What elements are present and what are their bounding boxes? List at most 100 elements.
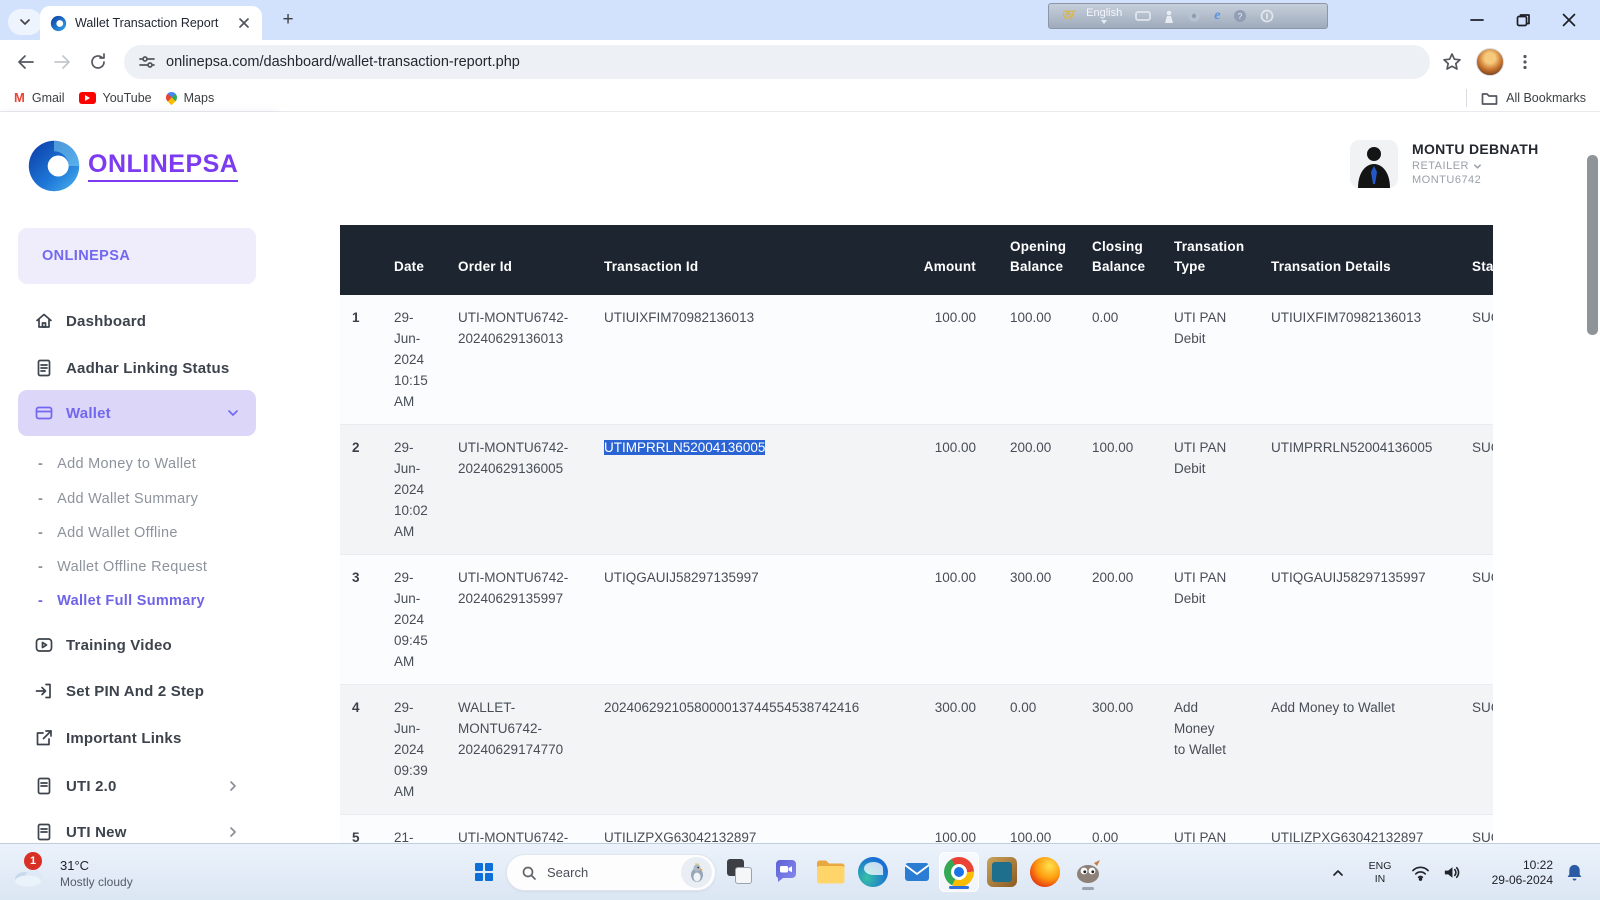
close-window-button[interactable]: [1558, 9, 1580, 31]
divider: [1466, 89, 1467, 107]
col-header-index: [340, 225, 388, 295]
sidebar-item-dashboard[interactable]: Dashboard: [18, 306, 256, 336]
task-view-button[interactable]: [720, 852, 760, 892]
start-button[interactable]: [464, 852, 504, 892]
cell-status: SUCCESS: [1460, 555, 1493, 685]
browser-e-icon[interactable]: e: [1214, 8, 1220, 24]
cell-transaction-id: UTILIZPXG63042132897: [598, 815, 900, 846]
site-logo[interactable]: ONLINEPSA: [26, 138, 238, 194]
sidebar-item-wallet[interactable]: Wallet: [18, 390, 256, 436]
page-scrollbar[interactable]: [1587, 155, 1598, 335]
file-explorer-button[interactable]: [810, 852, 850, 892]
col-header-closing-balance: Closing Balance: [1070, 225, 1150, 295]
language-selector[interactable]: English: [1086, 8, 1122, 24]
bookmark-gmail[interactable]: MGmail: [14, 90, 65, 105]
restore-button[interactable]: [1512, 9, 1534, 31]
sidebar-item-training-video[interactable]: Training Video: [18, 630, 256, 660]
assistant-icon[interactable]: [1164, 10, 1174, 23]
language-bar[interactable]: অ English e ?: [1048, 3, 1328, 29]
menu-dots-icon[interactable]: [1516, 53, 1534, 71]
all-bookmarks-button[interactable]: All Bookmarks: [1466, 84, 1586, 112]
clock[interactable]: 10:22 29-06-2024: [1473, 858, 1553, 888]
gimp-button[interactable]: [1068, 852, 1108, 892]
web-page: ONLINEPSA ONLINEPSA Dashboard Aadhar Lin…: [0, 112, 1600, 843]
firefox-icon: [1030, 857, 1060, 887]
main-content: MONTU DEBNATH RETAILER MONTU6742 Date Or…: [275, 112, 1585, 843]
chrome-button[interactable]: [939, 852, 979, 892]
bookmark-youtube[interactable]: YouTube: [79, 91, 152, 105]
volume-icon[interactable]: [1442, 863, 1461, 882]
minimize-button[interactable]: [1466, 9, 1488, 31]
keyboard-icon[interactable]: [1135, 10, 1151, 22]
search-label: Search: [547, 865, 681, 880]
cell-date: 29- Jun- 2024 10:02 AM: [388, 425, 452, 555]
cell-amount: 100.00: [900, 295, 988, 425]
new-tab-button[interactable]: +: [276, 8, 300, 32]
tab-search-button[interactable]: [8, 9, 42, 35]
wifi-icon[interactable]: [1411, 863, 1430, 882]
cell-order-id: UTI-MONTU6742- 20240629136013: [452, 295, 598, 425]
image-viewer-button[interactable]: [982, 852, 1022, 892]
back-button[interactable]: [16, 52, 36, 72]
table-row: 3 29- Jun- 2024 09:45 AM UTI-MONTU6742- …: [340, 555, 1493, 685]
tab-close-icon[interactable]: [236, 15, 252, 31]
sidebar-subitem-add-wallet-summary[interactable]: -Add Wallet Summary: [38, 489, 256, 509]
weather-temp: 31°C: [60, 858, 89, 873]
sidebar-subitem-add-money-to-wallet[interactable]: -Add Money to Wallet: [38, 454, 256, 474]
screen: Wallet Transaction Report + অ English e …: [0, 0, 1600, 900]
info-icon[interactable]: [1260, 9, 1274, 23]
cell-transation-type: UTI PAN Debit: [1150, 295, 1250, 425]
sidebar-subitem-wallet-offline-request[interactable]: -Wallet Offline Request: [38, 557, 256, 577]
user-name: MONTU DEBNATH: [1412, 141, 1539, 157]
forward-button[interactable]: [52, 52, 72, 72]
bookmark-star-icon[interactable]: [1442, 52, 1462, 72]
youtube-icon: [79, 92, 96, 104]
svg-text:?: ?: [1238, 12, 1243, 21]
mail-button[interactable]: [897, 852, 937, 892]
logo-swirl-icon: [26, 138, 82, 194]
cell-opening-balance: 200.00: [988, 425, 1070, 555]
sidebar-subitem-wallet-full-summary[interactable]: -Wallet Full Summary: [38, 591, 256, 611]
browser-tab[interactable]: Wallet Transaction Report: [40, 6, 262, 40]
cell-transaction-id: 2024062921058000013744554538742416: [598, 685, 900, 815]
sidebar-item-important-links[interactable]: Important Links: [18, 723, 256, 753]
reload-button[interactable]: [88, 52, 108, 72]
taskbar-search[interactable]: Search: [506, 854, 716, 891]
cell-amount: 100.00: [900, 815, 988, 846]
site-settings-icon[interactable]: [138, 53, 156, 71]
table-row: 2 29- Jun- 2024 10:02 AM UTI-MONTU6742- …: [340, 425, 1493, 555]
tab-title: Wallet Transaction Report: [75, 16, 236, 30]
user-block[interactable]: MONTU DEBNATH RETAILER MONTU6742: [1350, 140, 1539, 188]
chat-icon: [772, 858, 800, 886]
tab-strip: Wallet Transaction Report + অ English e …: [0, 0, 1600, 40]
chat-button[interactable]: [766, 852, 806, 892]
profile-avatar[interactable]: [1476, 48, 1504, 76]
cell-status: SUCCESS: [1460, 425, 1493, 555]
bookmark-maps[interactable]: Maps: [166, 91, 215, 105]
sidebar-subitem-add-wallet-offline[interactable]: -Add Wallet Offline: [38, 523, 256, 543]
language-indicator[interactable]: ENGIN: [1363, 860, 1397, 886]
cell-transaction-id: UTIQGAUIJ58297135997: [598, 555, 900, 685]
weather-widget[interactable]: 1 31°C Mostly cloudy: [10, 850, 180, 895]
user-role[interactable]: RETAILER: [1412, 160, 1539, 172]
help-icon[interactable]: ?: [1233, 9, 1247, 23]
cell-order-id: UTI-MONTU6742-: [452, 815, 598, 846]
settings-gear-icon[interactable]: [1187, 9, 1201, 23]
sidebar-item-uti-2-0[interactable]: UTI 2.0: [18, 771, 256, 801]
cell-transation-details: UTIMPRRLN52004136005: [1250, 425, 1460, 555]
sidebar-item-aadhar-linking-status[interactable]: Aadhar Linking Status: [18, 353, 256, 383]
play-video-icon: [34, 635, 54, 655]
chevron-down-icon: [1101, 20, 1107, 24]
address-bar[interactable]: onlinepsa.com/dashboard/wallet-transacti…: [124, 45, 1430, 79]
bookmarks-bar: MGmail YouTube Maps All Bookmarks: [0, 84, 1600, 112]
cell-closing-balance: 0.00: [1070, 815, 1150, 846]
firefox-button[interactable]: [1025, 852, 1065, 892]
chevron-down-icon: [19, 16, 31, 28]
cell-transation-type: Add Money to Wallet: [1150, 685, 1250, 815]
edge-button[interactable]: [853, 852, 893, 892]
tray-chevron-up-icon[interactable]: [1331, 866, 1345, 880]
sidebar-item-set-pin[interactable]: Set PIN And 2 Step: [18, 676, 256, 706]
selected-text: UTIMPRRLN52004136005: [604, 440, 765, 455]
notification-bell-icon[interactable]: [1565, 863, 1584, 882]
cell-date: 29- Jun- 2024 09:39 AM: [388, 685, 452, 815]
